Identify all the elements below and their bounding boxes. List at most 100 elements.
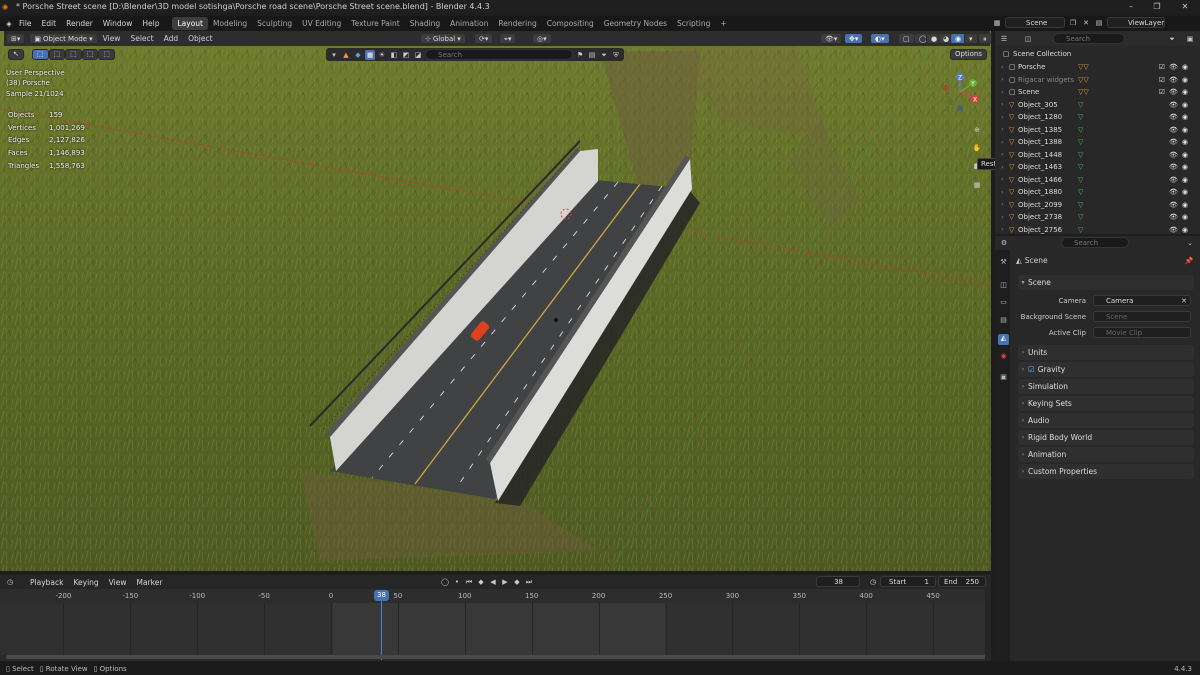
- navigation-gizmo[interactable]: Z Y X: [938, 70, 988, 125]
- outliner-row[interactable]: › ▽ Object_2099 ▽ 👁◉: [1001, 199, 1198, 212]
- outliner-filter-icon[interactable]: ⏷: [1167, 34, 1177, 44]
- menu-file[interactable]: File: [14, 19, 37, 28]
- play-reverse-icon[interactable]: ◀: [488, 577, 498, 587]
- tab-rendering[interactable]: Rendering: [493, 17, 541, 30]
- outliner-root[interactable]: ▢ Scene Collection: [1001, 48, 1198, 61]
- display-mode-icon[interactable]: ◫: [1023, 34, 1033, 44]
- menu-view[interactable]: View: [98, 34, 126, 43]
- select-subtract-button[interactable]: ⬚: [65, 48, 82, 60]
- menu-timeline-view[interactable]: View: [104, 578, 132, 587]
- expand-arrow-icon[interactable]: ›: [1001, 214, 1009, 221]
- view-layer-tab-icon[interactable]: ▤: [998, 316, 1009, 327]
- expand-arrow-icon[interactable]: ›: [1001, 151, 1009, 158]
- outliner-editor-icon[interactable]: ☰: [999, 34, 1009, 44]
- visibility-toggle-icon[interactable]: 👁◉: [1169, 138, 1192, 146]
- new-scene-icon[interactable]: ❐: [1068, 18, 1078, 28]
- menu-object[interactable]: Object: [183, 34, 217, 43]
- shading-options-button[interactable]: ▾: [964, 33, 978, 44]
- add-workspace-button[interactable]: +: [715, 17, 731, 30]
- play-icon[interactable]: ▶: [500, 577, 510, 587]
- background-scene-field[interactable]: Scene: [1093, 311, 1191, 322]
- jump-start-icon[interactable]: ⏮: [464, 577, 474, 587]
- xray-button[interactable]: ▢: [898, 33, 915, 44]
- outliner-row[interactable]: › ▽ Object_2756 ▽ 👁◉: [1001, 224, 1198, 237]
- timeline-ruler[interactable]: -200 -150 -100 -50 0 50 100 150 200 250 300 350 400 4…: [0, 589, 991, 603]
- expand-arrow-icon[interactable]: ›: [1001, 89, 1009, 96]
- output-tab-icon[interactable]: ▭: [998, 298, 1009, 309]
- visibility-toggle-icon[interactable]: 👁◉: [1169, 176, 1192, 184]
- expand-arrow-icon[interactable]: ›: [1001, 114, 1009, 121]
- filter-collection-icon[interactable]: ▾: [329, 50, 339, 60]
- panel-audio[interactable]: › Audio: [1018, 413, 1194, 428]
- expand-arrow-icon[interactable]: ›: [1001, 139, 1009, 146]
- viewport-options-button[interactable]: Options: [950, 48, 988, 60]
- panel-custom-properties[interactable]: › Custom Properties: [1018, 464, 1194, 479]
- overlay-button[interactable]: ◐▾: [870, 33, 890, 44]
- visibility-toggle-icon[interactable]: 👁◉: [1169, 113, 1192, 121]
- timeline-editor-icon[interactable]: ◷: [5, 577, 15, 587]
- visibility-toggle-icon[interactable]: 👁◉: [1169, 101, 1192, 109]
- panel-rigid-body-world[interactable]: › Rigid Body World: [1018, 430, 1194, 445]
- expand-arrow-icon[interactable]: ›: [1001, 101, 1009, 108]
- scene-tab-icon[interactable]: ◭: [998, 334, 1009, 345]
- pin-icon[interactable]: 📌: [1184, 256, 1194, 266]
- visibility-toggle-icon[interactable]: 👁◉: [1169, 226, 1192, 234]
- visibility-toggle-icon[interactable]: ☑👁◉: [1159, 63, 1192, 71]
- camera-field[interactable]: Camera: [1093, 295, 1191, 306]
- filter-other-icon[interactable]: ◪: [413, 50, 423, 60]
- tab-uv-editing[interactable]: UV Editing: [297, 17, 346, 30]
- visibility-toggle-icon[interactable]: 👁◉: [1169, 163, 1192, 171]
- shield-icon[interactable]: ⛨: [611, 50, 621, 60]
- render-tab-icon[interactable]: ◫: [998, 281, 1009, 292]
- start-frame-field[interactable]: Start 1: [880, 576, 936, 587]
- visibility-toggle-icon[interactable]: 👁◉: [1169, 126, 1192, 134]
- delete-scene-icon[interactable]: ✕: [1081, 18, 1091, 28]
- collection-tab-icon[interactable]: ▣: [998, 373, 1009, 384]
- outliner-row[interactable]: › ▢ Scene ▽▽ ☑👁◉: [1001, 86, 1198, 99]
- menu-playback[interactable]: Playback: [25, 578, 68, 587]
- outliner-row[interactable]: › ▽ Object_1463 ▽ 👁◉: [1001, 161, 1198, 174]
- panel-simulation[interactable]: › Simulation: [1018, 379, 1194, 394]
- maximize-button[interactable]: ❐: [1144, 0, 1170, 13]
- menu-render[interactable]: Render: [61, 19, 98, 28]
- timeline-scrollbar[interactable]: [6, 655, 986, 659]
- prev-keyframe-icon[interactable]: ◆: [476, 577, 486, 587]
- menu-edit[interactable]: Edit: [37, 19, 62, 28]
- outliner-row[interactable]: › ▢ Porsche ▽▽ ☑👁◉: [1001, 61, 1198, 74]
- expand-arrow-icon[interactable]: ›: [1001, 189, 1009, 196]
- visibility-toggle-icon[interactable]: 👁◉: [1169, 151, 1192, 159]
- visibility-button[interactable]: 👁▾: [820, 33, 843, 44]
- tab-modeling[interactable]: Modeling: [208, 17, 252, 30]
- menu-keying[interactable]: Keying: [68, 578, 103, 587]
- expand-arrow-icon[interactable]: ›: [1001, 201, 1009, 208]
- tab-geometry-nodes[interactable]: Geometry Nodes: [599, 17, 672, 30]
- tab-shading[interactable]: Shading: [405, 17, 445, 30]
- properties-search-input[interactable]: Search: [1061, 237, 1129, 248]
- zoom-icon[interactable]: ⊕: [972, 125, 982, 135]
- tab-texture-paint[interactable]: Texture Paint: [346, 17, 404, 30]
- select-box-button[interactable]: ⬚: [31, 48, 49, 60]
- auto-key-icon[interactable]: •: [452, 577, 462, 587]
- tab-compositing[interactable]: Compositing: [542, 17, 599, 30]
- filter-empty-icon[interactable]: ■: [365, 49, 375, 60]
- gizmo-button[interactable]: ✥▾: [844, 33, 864, 44]
- bookmark-icon[interactable]: ⚑: [575, 50, 585, 60]
- transform-orientation[interactable]: ⊹ Global ▾: [420, 33, 466, 44]
- grid-perspective-icon[interactable]: ▦: [972, 180, 982, 190]
- expand-arrow-icon[interactable]: ›: [1001, 76, 1009, 83]
- minimize-button[interactable]: –: [1118, 0, 1144, 13]
- menu-help[interactable]: Help: [137, 19, 164, 28]
- visibility-toggle-icon[interactable]: ☑👁◉: [1159, 76, 1192, 84]
- outliner-row[interactable]: › ▢ Rigacar widgets ▽▽ ☑👁◉: [1001, 74, 1198, 87]
- scene-selector[interactable]: Scene: [1005, 17, 1065, 28]
- editor-type-button[interactable]: ⊞▾: [6, 33, 26, 44]
- panel-scene-header[interactable]: ▾ Scene: [1018, 275, 1194, 290]
- scene-icon[interactable]: ▦: [992, 18, 1002, 28]
- end-frame-field[interactable]: End 250: [938, 576, 986, 587]
- current-frame-field[interactable]: 38: [816, 576, 860, 587]
- panel-keying-sets[interactable]: › Keying Sets: [1018, 396, 1194, 411]
- tab-animation[interactable]: Animation: [445, 17, 493, 30]
- select-extend-button[interactable]: ⬚: [48, 48, 66, 60]
- menu-add[interactable]: Add: [159, 34, 184, 43]
- tab-layout[interactable]: Layout: [172, 17, 208, 30]
